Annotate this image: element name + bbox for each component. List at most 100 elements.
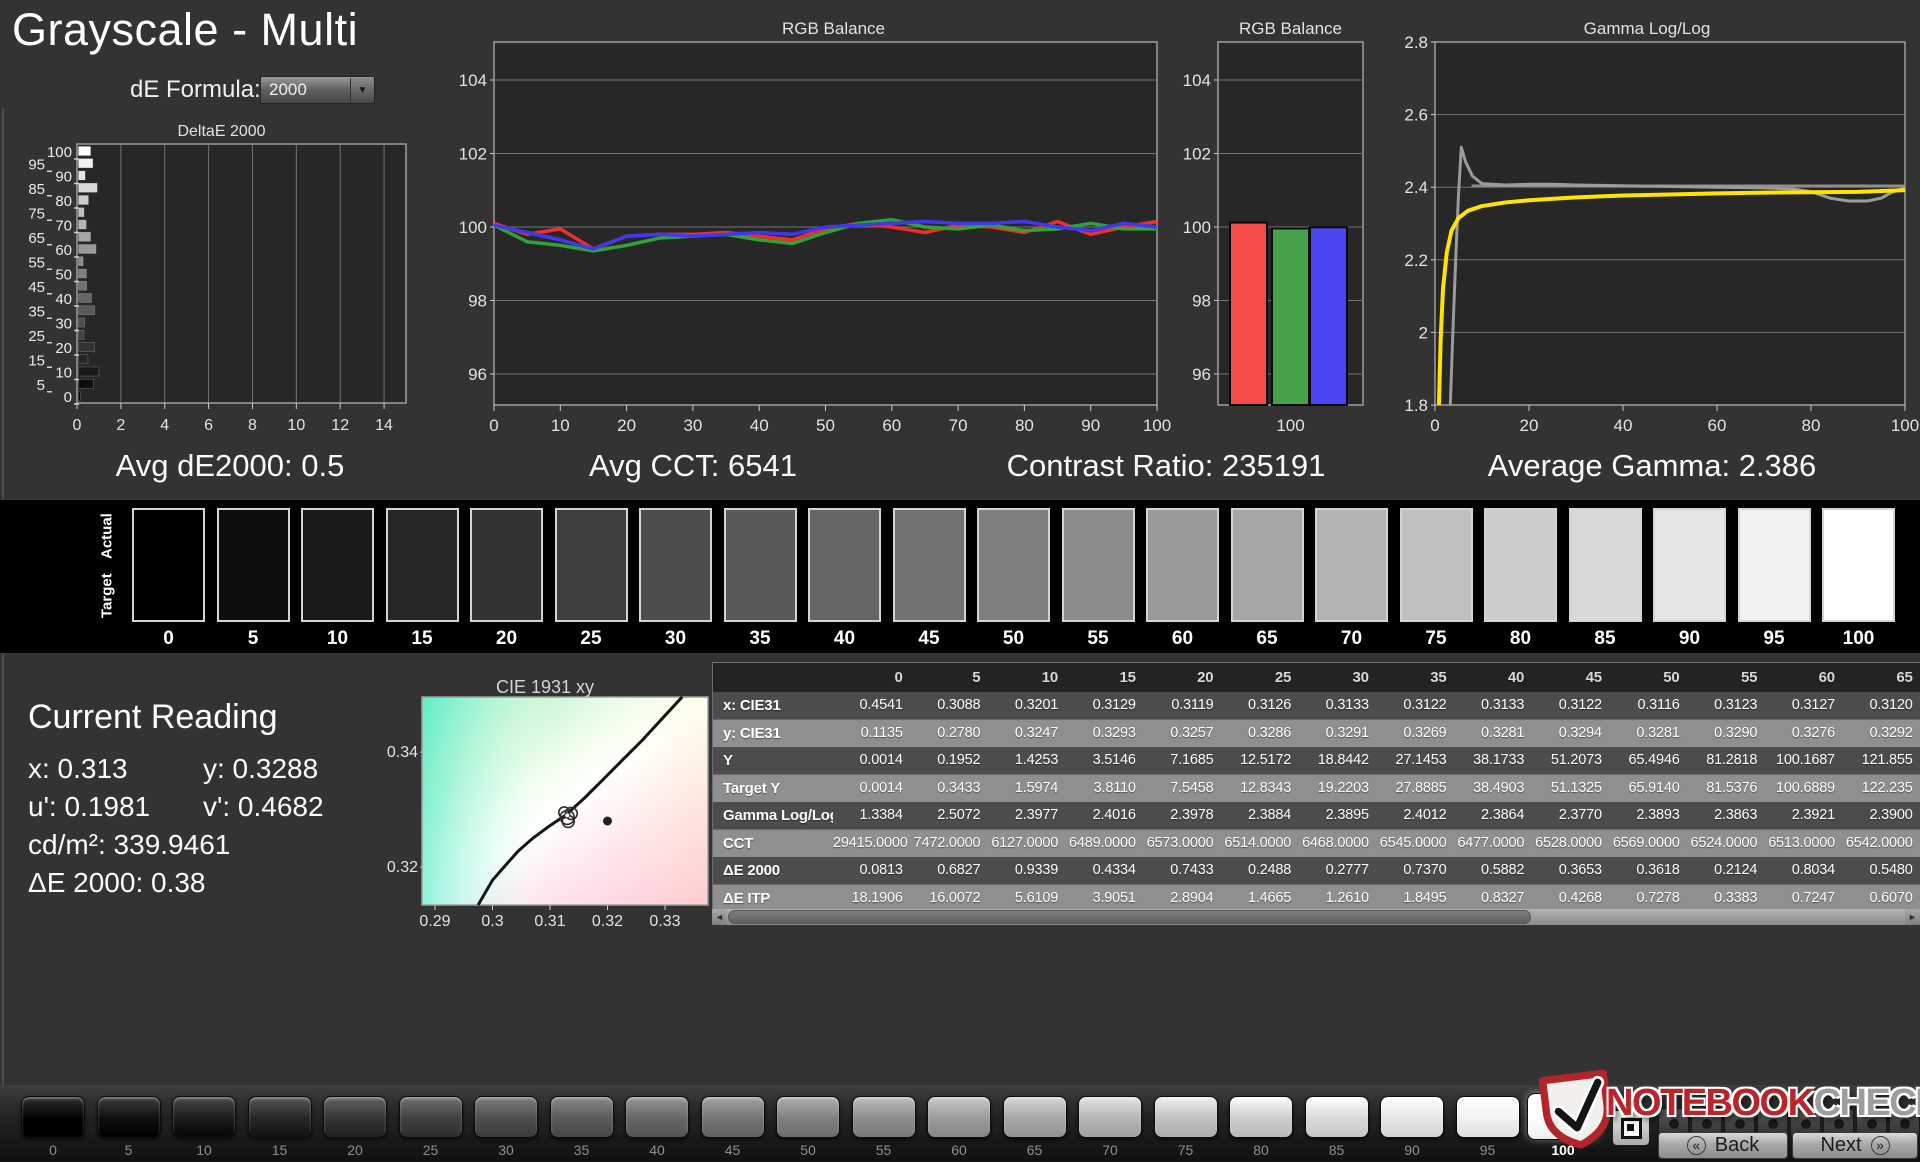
grayscale-swatch-50 xyxy=(977,508,1050,622)
patch-button-50[interactable] xyxy=(776,1096,840,1138)
cie-1931-xy-chart: CIE 1931 xy0.340.320.290.30.310.320.33 xyxy=(370,672,730,940)
table-column-header: 55 xyxy=(1688,663,1766,692)
svg-text:6: 6 xyxy=(204,417,213,434)
svg-text:100: 100 xyxy=(459,218,487,237)
svg-text:20: 20 xyxy=(1520,416,1539,435)
grayscale-swatch-0 xyxy=(132,508,205,622)
patch-button-15[interactable] xyxy=(248,1096,312,1138)
swatch-level-label: 35 xyxy=(724,628,797,650)
swatch-level-label: 45 xyxy=(893,628,966,650)
table-cell: 81.2818 xyxy=(1688,747,1766,774)
patch-button-label: 20 xyxy=(323,1142,387,1158)
table-cell: 6542.0000 xyxy=(1843,830,1920,857)
table-cell: 19.2203 xyxy=(1299,775,1377,802)
grayscale-swatch-45 xyxy=(893,508,966,622)
patch-button-40[interactable] xyxy=(625,1096,689,1138)
svg-text:100: 100 xyxy=(47,144,72,161)
patch-button-85[interactable] xyxy=(1305,1096,1369,1138)
table-cell: 0.2780 xyxy=(911,720,989,747)
patch-button-label: 5 xyxy=(97,1142,161,1158)
table-cell: 6545.0000 xyxy=(1377,830,1455,857)
de-formula-select[interactable]: 2000 ▼ xyxy=(260,76,375,104)
patch-button-35[interactable] xyxy=(550,1096,614,1138)
svg-text:80: 80 xyxy=(1015,416,1034,435)
table-cell: 27.8885 xyxy=(1377,775,1455,802)
table-cell: 7.1685 xyxy=(1144,747,1222,774)
svg-text:RGB Balance: RGB Balance xyxy=(782,19,885,38)
table-cell: 2.3900 xyxy=(1843,802,1920,829)
patch-button-label: 30 xyxy=(474,1142,538,1158)
svg-text:0.3: 0.3 xyxy=(481,913,503,930)
reading-u-prime: u': 0.1981 xyxy=(28,791,203,823)
patch-button-label: 80 xyxy=(1229,1142,1293,1158)
patch-button-80[interactable] xyxy=(1229,1096,1293,1138)
grayscale-swatch-75 xyxy=(1400,508,1473,622)
svg-text:4: 4 xyxy=(160,417,169,434)
patch-button-25[interactable] xyxy=(399,1096,463,1138)
table-cell: 0.3281 xyxy=(1610,720,1688,747)
table-cell: 2.4016 xyxy=(1066,802,1144,829)
scrollbar-thumb[interactable] xyxy=(728,910,1531,924)
patch-button-20[interactable] xyxy=(323,1096,387,1138)
svg-text:12: 12 xyxy=(331,417,349,434)
deltae-2000-chart: DeltaE 200005101520253035404550556065707… xyxy=(0,110,440,460)
patch-button-65[interactable] xyxy=(1003,1096,1067,1138)
current-reading-heading: Current Reading xyxy=(28,698,277,737)
scroll-left-icon[interactable]: ◄ xyxy=(712,909,727,925)
table-cell: 0.3286 xyxy=(1221,720,1299,747)
table-column-header: 35 xyxy=(1377,663,1455,692)
patch-button-label: 60 xyxy=(927,1142,991,1158)
scroll-right-icon[interactable]: ► xyxy=(1905,909,1920,925)
patch-button-55[interactable] xyxy=(852,1096,916,1138)
svg-text:96: 96 xyxy=(468,365,487,384)
svg-text:102: 102 xyxy=(1183,145,1211,164)
table-cell: 1.8495 xyxy=(1377,885,1455,910)
table-cell: 0.3292 xyxy=(1843,720,1920,747)
table-cell: 7472.0000 xyxy=(911,830,989,857)
table-cell: 0.3257 xyxy=(1144,720,1222,747)
notebookcheck-watermark: NOTEBOOKCHECK xyxy=(1540,1070,1920,1158)
svg-text:0: 0 xyxy=(73,417,82,434)
svg-text:30: 30 xyxy=(683,416,702,435)
table-column-header: 30 xyxy=(1299,663,1377,692)
svg-text:40: 40 xyxy=(1614,416,1633,435)
patch-button-95[interactable] xyxy=(1456,1096,1520,1138)
gamma-loglog-chart: 1.822.22.42.62.8Gamma Log/Log02040608010… xyxy=(1400,0,1920,445)
patch-button-45[interactable] xyxy=(701,1096,765,1138)
rgb-balance-bar-chart: 9698100102104RGB Balance100 xyxy=(1170,0,1400,445)
svg-text:60: 60 xyxy=(1708,416,1727,435)
patch-button-75[interactable] xyxy=(1154,1096,1218,1138)
patch-button-60[interactable] xyxy=(927,1096,991,1138)
table-cell: 2.3863 xyxy=(1688,802,1766,829)
table-cell: 2.3895 xyxy=(1299,802,1377,829)
reading-v-prime: v': 0.4682 xyxy=(203,791,324,822)
svg-text:14: 14 xyxy=(375,417,393,434)
patch-button-10[interactable] xyxy=(172,1096,236,1138)
grayscale-swatch-95 xyxy=(1738,508,1811,622)
svg-text:2.8: 2.8 xyxy=(1404,33,1428,52)
table-cell: 0.3269 xyxy=(1377,720,1455,747)
table-cell: 0.1135 xyxy=(833,720,911,747)
swatch-level-label: 70 xyxy=(1315,628,1388,650)
table-cell: 0.5882 xyxy=(1455,857,1533,884)
svg-text:1.8: 1.8 xyxy=(1404,396,1428,415)
table-cell: 0.3122 xyxy=(1532,692,1610,719)
table-cell: 2.3978 xyxy=(1144,802,1222,829)
table-cell: 0.2124 xyxy=(1688,857,1766,884)
patch-button-5[interactable] xyxy=(97,1096,161,1138)
patch-button-90[interactable] xyxy=(1380,1096,1444,1138)
patch-button-30[interactable] xyxy=(474,1096,538,1138)
table-cell: 27.1453 xyxy=(1377,747,1455,774)
patch-button-70[interactable] xyxy=(1078,1096,1142,1138)
table-row: x: CIE310.45410.30880.32010.31290.31190.… xyxy=(713,692,1920,719)
svg-text:RGB Balance: RGB Balance xyxy=(1239,19,1342,38)
table-horizontal-scrollbar[interactable]: ◄ ► xyxy=(712,909,1920,925)
svg-text:75: 75 xyxy=(28,205,45,222)
swatch-level-label: 90 xyxy=(1653,628,1726,650)
table-cell: 3.8110 xyxy=(1066,775,1144,802)
patch-button-0[interactable] xyxy=(21,1096,85,1138)
svg-text:10: 10 xyxy=(287,417,305,434)
table-cell: 0.1952 xyxy=(911,747,989,774)
chevron-down-icon[interactable]: ▼ xyxy=(350,78,374,102)
swatch-level-label: 80 xyxy=(1484,628,1557,650)
